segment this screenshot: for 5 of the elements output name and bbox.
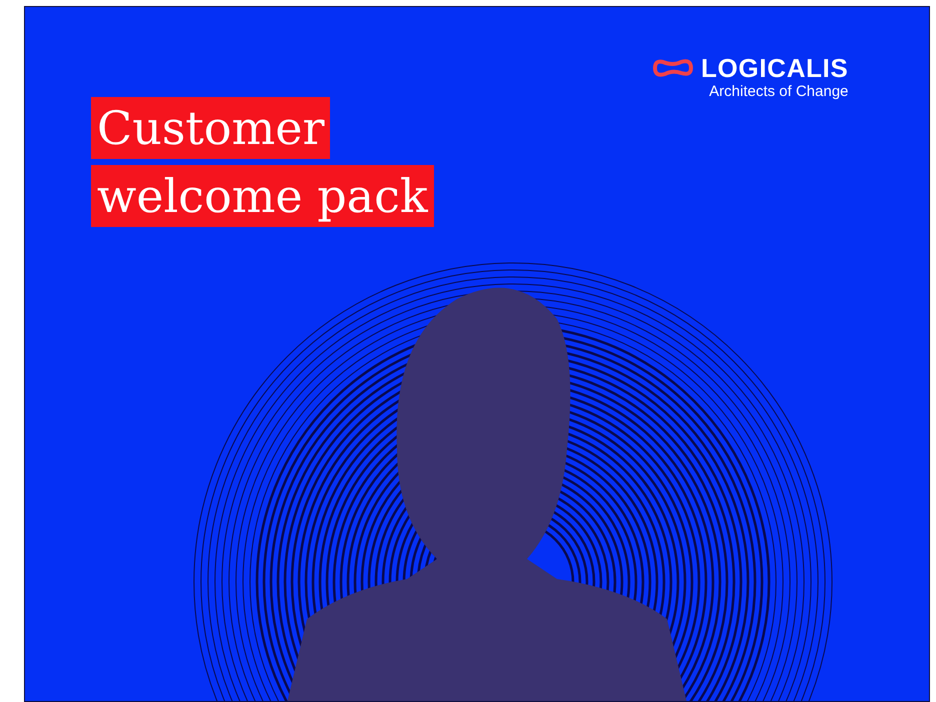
cover-title: Customer [91,97,330,159]
logo-tagline: Architects of Change [709,83,848,102]
logo-icon [651,57,695,79]
logo-wordmark: LOGICALIS [701,55,848,81]
cover-title: welcome pack [91,165,434,227]
